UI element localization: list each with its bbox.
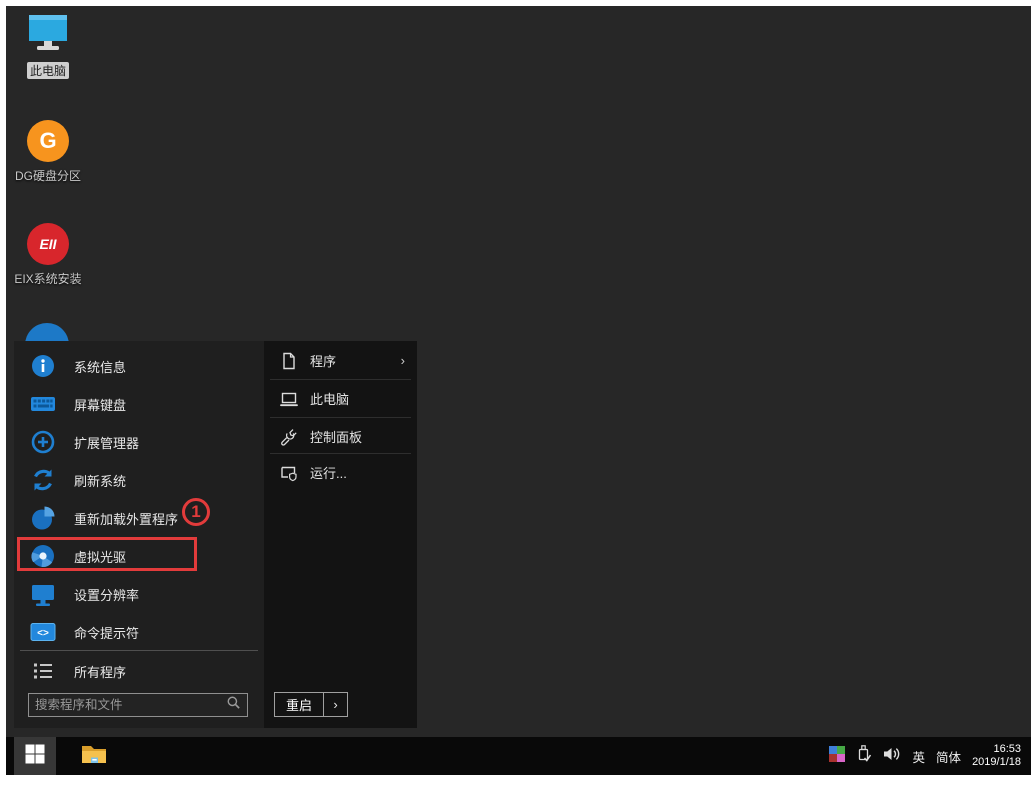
list-icon — [30, 658, 56, 684]
diskgenius-icon: G — [27, 120, 69, 162]
disc-icon — [30, 543, 56, 569]
search-box — [28, 693, 248, 717]
desktop-icon-label: 此电脑 — [26, 62, 69, 79]
desktop-icon-label: EIX系统安装 — [14, 272, 82, 286]
desktop-icon-label: DG硬盘分区 — [14, 169, 81, 183]
eix-icon: EII — [27, 223, 69, 265]
menu-item-extension-manager[interactable]: 扩展管理器 — [14, 423, 264, 461]
terminal-icon: <> — [30, 619, 56, 645]
display-icon — [30, 581, 56, 607]
menu-item-this-pc[interactable]: 此电脑 — [264, 380, 417, 417]
menu-item-control-panel[interactable]: 控制面板 — [264, 418, 417, 455]
search-input[interactable] — [29, 694, 226, 716]
menu-item-command-prompt[interactable]: <> 命令提示符 — [14, 613, 264, 651]
windows-logo-icon — [25, 744, 45, 769]
usb-eject-icon[interactable] — [856, 744, 871, 768]
clock-time: 16:53 — [993, 743, 1021, 755]
menu-item-refresh-system[interactable]: 刷新系统 — [14, 461, 264, 499]
menu-item-reload-external-programs[interactable]: 重新加载外置程序 — [14, 499, 264, 537]
restart-options-chevron[interactable]: › — [323, 693, 347, 716]
run-shield-icon — [280, 464, 298, 482]
keyboard-icon — [30, 391, 56, 417]
menu-item-system-info[interactable]: 系统信息 — [14, 347, 264, 385]
document-icon — [280, 352, 298, 370]
desktop-icon-diskgenius[interactable]: G DG硬盘分区 — [8, 120, 88, 184]
file-explorer-button[interactable] — [74, 737, 114, 775]
clock[interactable]: 16:53 2019/1/18 — [972, 743, 1021, 769]
pie-chart-icon — [30, 505, 56, 531]
divider — [20, 650, 258, 651]
refresh-icon — [30, 467, 56, 493]
ime-indicator[interactable]: 简体 — [936, 747, 961, 766]
desktop: 此电脑 G DG硬盘分区 EII EIX系统安装 系统信息 屏幕键盘 扩展管理器… — [6, 6, 1031, 775]
volume-icon[interactable] — [882, 746, 902, 767]
folder-icon — [80, 742, 108, 771]
search-icon[interactable] — [226, 695, 241, 715]
clock-date: 2019/1/18 — [972, 756, 1021, 768]
desktop-icon-eix-install[interactable]: EII EIX系统安装 — [8, 223, 88, 287]
system-tray: 英 简体 16:53 2019/1/18 — [828, 743, 1031, 769]
menu-item-virtual-cd-drive[interactable]: 虚拟光驱 — [14, 537, 264, 575]
color-profile-icon[interactable] — [828, 745, 845, 767]
menu-item-programs[interactable]: 程序 › — [264, 342, 417, 379]
plus-circle-icon — [30, 429, 56, 455]
restart-button[interactable]: 重启 › — [274, 692, 349, 717]
menu-item-onscreen-keyboard[interactable]: 屏幕键盘 — [14, 385, 264, 423]
language-indicator[interactable]: 英 — [913, 747, 926, 766]
start-menu-right-panel: 程序 › 此电脑 控制面板 运行... 重启 › — [264, 341, 417, 728]
svg-text:<>: <> — [37, 628, 49, 639]
menu-item-run[interactable]: 运行... — [264, 454, 417, 491]
desktop-icon-this-pc[interactable]: 此电脑 — [8, 12, 88, 79]
menu-item-all-programs[interactable]: 所有程序 — [14, 653, 264, 689]
wrench-icon — [280, 428, 298, 446]
info-icon — [30, 353, 56, 379]
computer-icon — [280, 390, 298, 408]
start-menu-left-panel: 系统信息 屏幕键盘 扩展管理器 刷新系统 重新加载外置程序 虚拟光驱 设置分辨率… — [14, 341, 264, 728]
chevron-right-icon: › — [400, 353, 405, 368]
menu-item-set-resolution[interactable]: 设置分辨率 — [14, 575, 264, 613]
start-button[interactable] — [14, 737, 56, 775]
monitor-icon — [25, 12, 71, 57]
taskbar: 英 简体 16:53 2019/1/18 — [6, 737, 1031, 775]
